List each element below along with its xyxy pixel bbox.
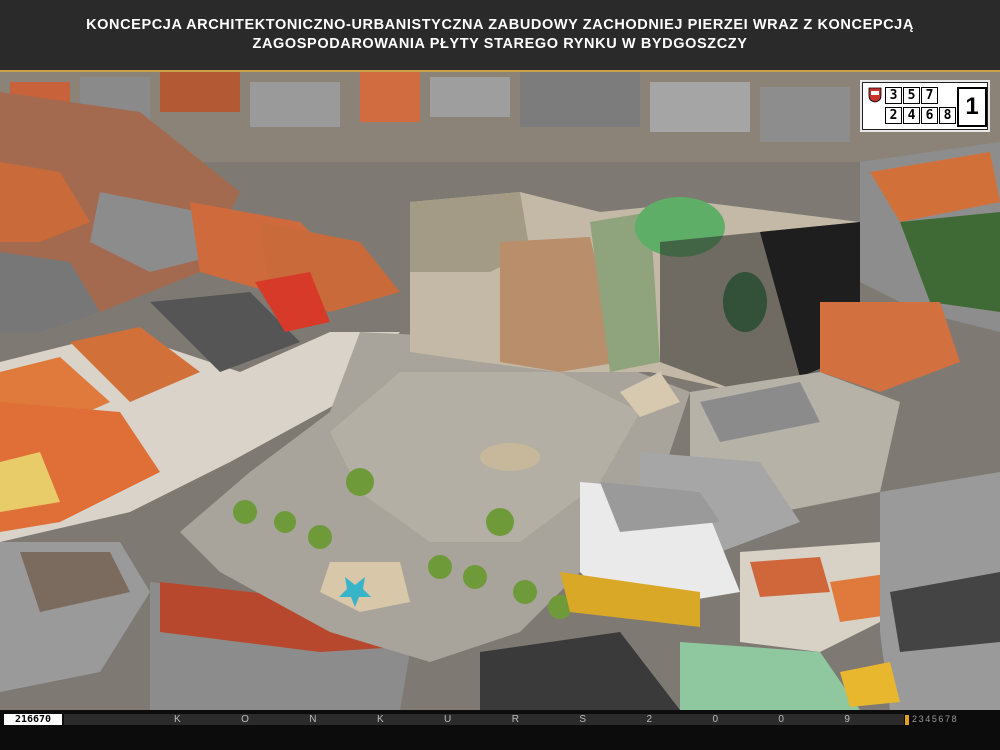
competition-letter: O: [241, 714, 249, 725]
sheet-code-box: 3 5 7 2 4 6 8 1: [862, 82, 988, 130]
code-digit: 6: [921, 107, 938, 124]
competition-letter: S: [579, 714, 587, 725]
competition-letter: N: [309, 714, 317, 725]
code-digit: [939, 87, 956, 104]
competition-strip: K O N K U R S 2 0 0 9: [64, 714, 904, 725]
current-page-marker: [905, 714, 909, 725]
title-line-2: ZAGOSPODAROWANIA PŁYTY STAREGO RYNKU W B…: [252, 36, 748, 52]
sheet-number: 1: [957, 87, 987, 127]
competition-letter: R: [511, 714, 519, 725]
crest-paving: [480, 443, 540, 471]
code-digit: 2: [885, 107, 902, 124]
page-index: 2345678: [905, 714, 958, 725]
code-digit: 3: [885, 87, 902, 104]
competition-letter: 9: [844, 714, 850, 725]
footer-bar: 216670 K O N K U R S 2 0 0 9 2345678: [0, 710, 1000, 750]
competition-letter: 0: [712, 714, 718, 725]
aerial-photo: [0, 72, 1000, 710]
competition-label: K O N K U R S 2 0 0 9: [64, 714, 904, 725]
competition-letter: 2: [646, 714, 653, 725]
page-numbers: 2345678: [912, 714, 959, 724]
title-bar: KONCEPCJA ARCHITEKTONICZNO-URBANISTYCZNA…: [0, 0, 1000, 72]
coat-of-arms-icon: [868, 87, 882, 103]
competition-letter: U: [444, 714, 452, 725]
competition-letter: K: [376, 714, 384, 725]
entry-id: 216670: [4, 714, 62, 725]
code-digit: 5: [903, 87, 920, 104]
sheet-code-digits: 3 5 7 2 4 6 8: [885, 87, 956, 124]
code-digit: 7: [921, 87, 938, 104]
competition-letter: K: [174, 714, 181, 725]
competition-board: KONCEPCJA ARCHITEKTONICZNO-URBANISTYCZNA…: [0, 0, 1000, 750]
code-digit: 8: [939, 107, 956, 124]
competition-letter: 0: [778, 714, 784, 725]
code-digit: 4: [903, 107, 920, 124]
title-line-1: KONCEPCJA ARCHITEKTONICZNO-URBANISTYCZNA…: [86, 17, 914, 33]
